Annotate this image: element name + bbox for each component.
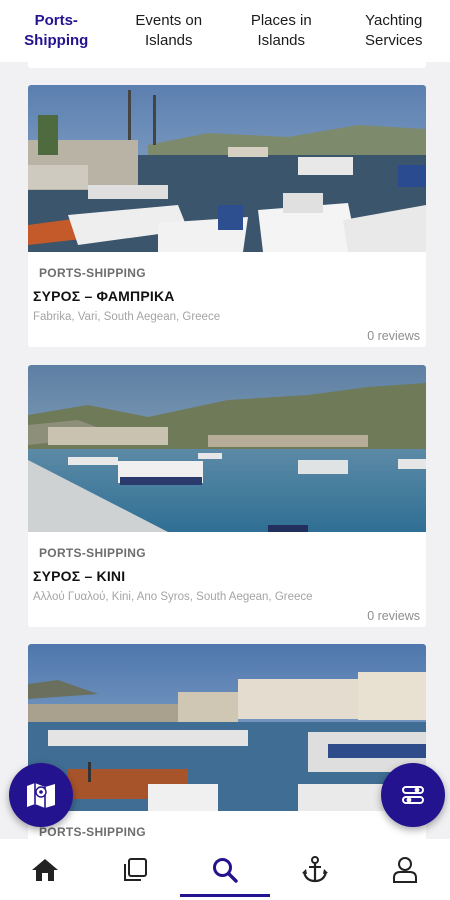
listing-feed[interactable]: PORTS-SHIPPING ΣΥΡΟΣ – ΦΑΜΠΡΙΚΑ Fabrika,… — [0, 62, 450, 839]
home-icon — [32, 858, 58, 881]
listing-address: Αλλού Γυαλού, Kini, Ano Syros, South Aeg… — [33, 591, 313, 603]
listing-reviews: 0 reviews — [367, 329, 420, 343]
listing-info: PORTS-SHIPPING ΣΥΡΟΣ – ΚΙΝΙ Αλλού Γυαλού… — [28, 532, 426, 627]
listing-category: PORTS-SHIPPING — [39, 266, 146, 280]
nav-listings[interactable] — [90, 839, 180, 900]
listing-card[interactable]: PORTS-SHIPPING — [28, 644, 426, 839]
nav-home[interactable] — [0, 839, 90, 900]
listing-title[interactable]: ΣΥΡΟΣ – ΦΑΜΠΡΙΚΑ — [33, 288, 175, 304]
tab-ports-shipping[interactable]: Ports-Shipping — [0, 11, 113, 51]
nav-yachting[interactable] — [270, 839, 360, 900]
bottom-navigation — [0, 839, 450, 900]
nav-search[interactable] — [180, 839, 270, 900]
listing-category: PORTS-SHIPPING — [39, 546, 146, 560]
listing-photo — [28, 85, 426, 252]
listing-card[interactable]: PORTS-SHIPPING ΣΥΡΟΣ – ΦΑΜΠΡΙΚΑ Fabrika,… — [28, 85, 426, 347]
listing-photo — [28, 644, 426, 811]
listing-info: PORTS-SHIPPING ΣΥΡΟΣ – ΦΑΜΠΡΙΚΑ Fabrika,… — [28, 252, 426, 347]
listings-icon — [124, 857, 147, 881]
filter-button[interactable] — [381, 763, 445, 827]
previous-card-edge — [28, 62, 426, 68]
nav-profile[interactable] — [360, 839, 450, 900]
listing-photo — [28, 365, 426, 532]
listing-reviews: 0 reviews — [367, 609, 420, 623]
listing-card[interactable]: PORTS-SHIPPING ΣΥΡΟΣ – ΚΙΝΙ Αλλού Γυαλού… — [28, 365, 426, 627]
tab-events-on-islands[interactable]: Events on Islands — [113, 11, 226, 51]
listing-info: PORTS-SHIPPING — [28, 811, 426, 839]
anchor-icon — [302, 855, 328, 882]
tab-yachting-services[interactable]: Yachting Services — [338, 11, 450, 51]
listing-address: Fabrika, Vari, South Aegean, Greece — [33, 311, 221, 323]
category-tabs: Ports-Shipping Events on Islands Places … — [0, 0, 450, 62]
filter-toggle-icon — [402, 786, 424, 804]
search-icon — [213, 857, 238, 883]
map-view-button[interactable] — [9, 763, 73, 827]
listing-category: PORTS-SHIPPING — [39, 825, 146, 839]
tab-places-in-islands[interactable]: Places in Islands — [225, 11, 338, 51]
listing-title[interactable]: ΣΥΡΟΣ – ΚΙΝΙ — [33, 568, 125, 584]
profile-icon — [393, 856, 417, 883]
map-icon — [27, 783, 55, 808]
